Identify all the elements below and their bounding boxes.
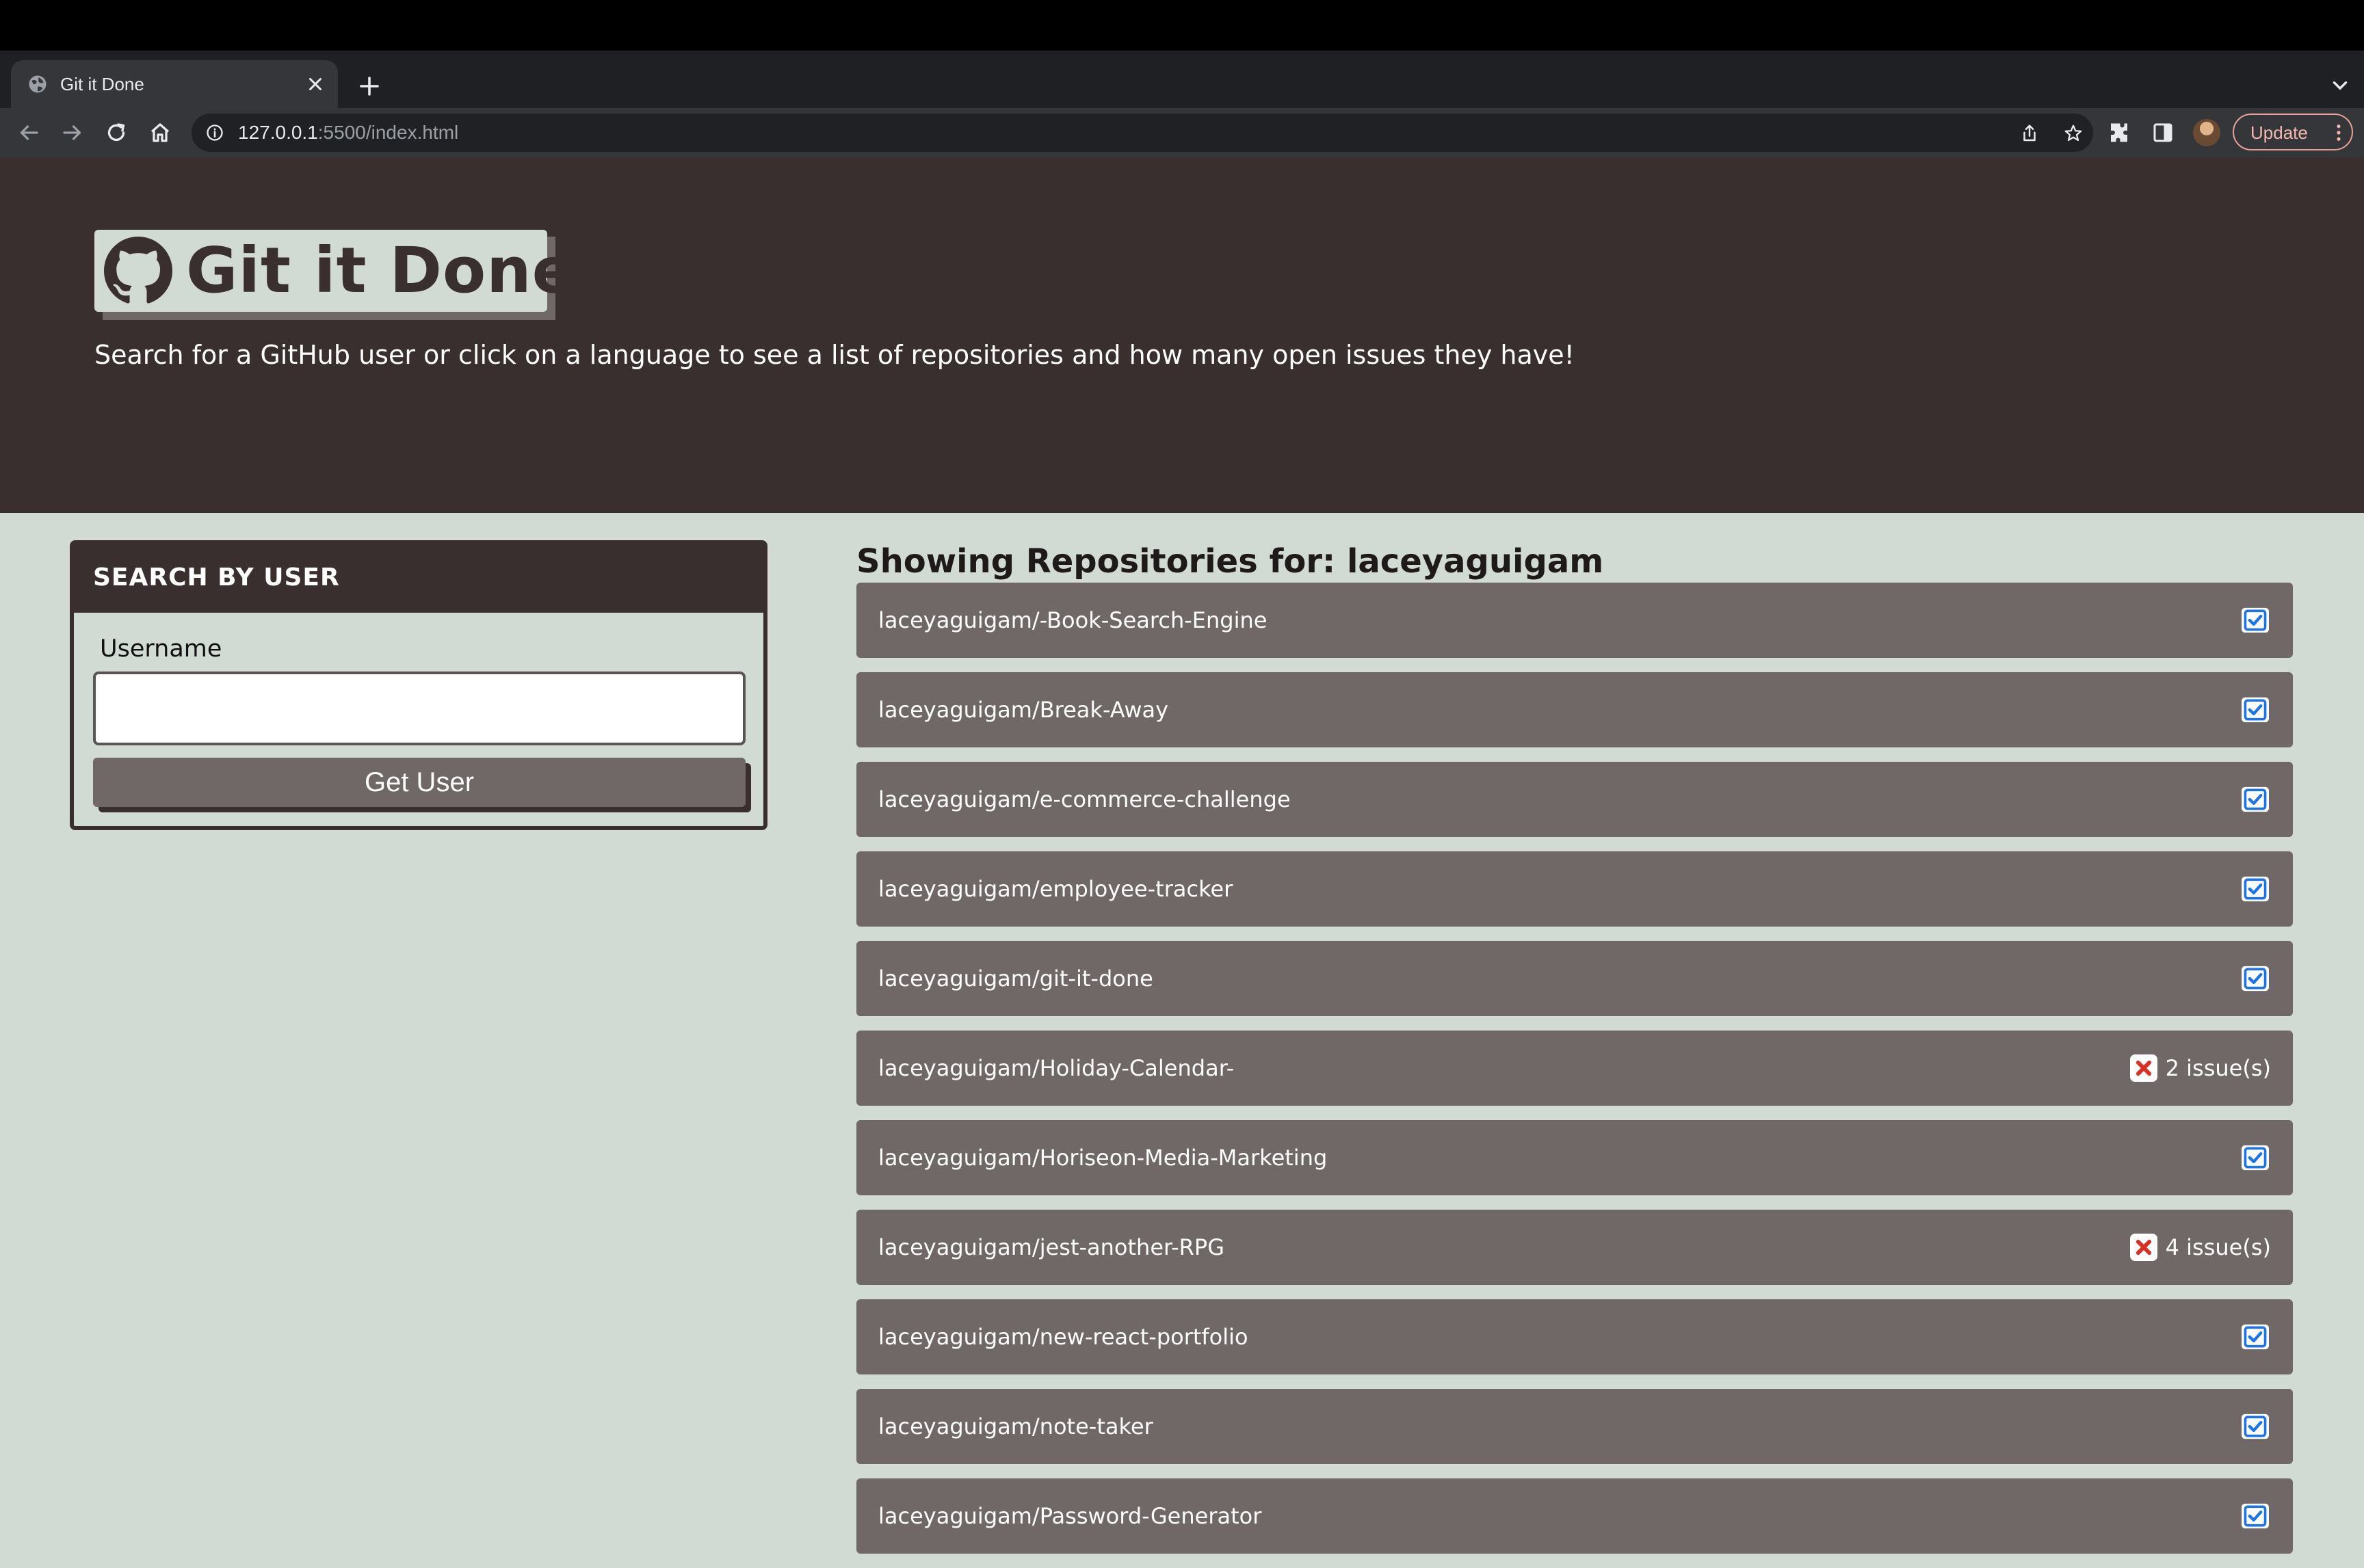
side-panel-icon[interactable] — [2151, 120, 2175, 145]
update-button[interactable]: Update — [2233, 114, 2353, 150]
check-square-icon — [2242, 786, 2269, 812]
chevron-down-icon[interactable] — [2328, 74, 2352, 97]
issue-count: 2 issue(s) — [2165, 1055, 2271, 1081]
share-icon[interactable] — [2019, 123, 2040, 144]
repo-status: 2 issue(s) — [2129, 1052, 2271, 1084]
repo-status — [2240, 694, 2271, 726]
tab-title: Git it Done — [60, 74, 144, 94]
browser-toolbar: 127.0.0.1:5500/index.html Update — [0, 108, 2364, 157]
repo-name: laceyaguigam/Holiday-Calendar- — [878, 1055, 1235, 1081]
repo-name: laceyaguigam/Horiseon-Media-Marketing — [878, 1145, 1328, 1171]
check-square-icon — [2242, 1413, 2269, 1439]
card-title: SEARCH BY USER — [93, 563, 340, 592]
get-user-button[interactable]: Get User — [93, 758, 746, 807]
os-menu-bar — [0, 0, 2364, 51]
issue-count: 4 issue(s) — [2165, 1234, 2271, 1260]
repo-name: laceyaguigam/new-react-portfolio — [878, 1324, 1248, 1350]
site-info-icon[interactable] — [205, 123, 224, 142]
url-text[interactable]: 127.0.0.1:5500/index.html — [238, 120, 458, 146]
repo-list-item[interactable]: laceyaguigam/employee-tracker — [856, 851, 2293, 927]
back-arrow-icon[interactable] — [16, 120, 41, 145]
check-square-icon — [2242, 1145, 2269, 1171]
repo-name: laceyaguigam/employee-tracker — [878, 876, 1233, 902]
browser-tab-strip: Git it Done — [0, 51, 2364, 108]
close-tab-icon[interactable] — [305, 74, 326, 94]
url-host: 127.0.0.1 — [238, 122, 318, 143]
repo-list-item[interactable]: laceyaguigam/jest-another-RPG 4 issue(s) — [856, 1210, 2293, 1285]
repo-status — [2240, 1142, 2271, 1173]
repo-status — [2240, 963, 2271, 994]
repo-status: 4 issue(s) — [2129, 1232, 2271, 1263]
repo-name: laceyaguigam/Break-Away — [878, 697, 1169, 723]
more-vert-icon — [2337, 124, 2341, 141]
repo-status — [2240, 604, 2271, 636]
page-header: Git it Done! Search for a GitHub user or… — [0, 157, 2364, 513]
page-subtitle: Search for a GitHub user or click on a l… — [94, 340, 1575, 370]
update-label: Update — [2250, 122, 2308, 143]
github-icon — [104, 237, 172, 304]
bookmark-star-icon[interactable] — [2063, 123, 2084, 144]
check-square-icon — [2242, 1503, 2269, 1529]
check-square-icon — [2242, 1324, 2269, 1350]
repo-name: laceyaguigam/-Book-Search-Engine — [878, 607, 1268, 633]
repo-status — [2240, 784, 2271, 815]
url-path: :5500/index.html — [317, 122, 459, 143]
repo-list: laceyaguigam/-Book-Search-Engine laceyag… — [856, 583, 2293, 1568]
repo-list-item[interactable]: laceyaguigam/e-commerce-challenge — [856, 762, 2293, 837]
repo-list-item[interactable]: laceyaguigam/note-taker — [856, 1389, 2293, 1464]
repo-list-item[interactable]: laceyaguigam/new-react-portfolio — [856, 1299, 2293, 1374]
repo-name: laceyaguigam/git-it-done — [878, 966, 1153, 992]
forward-arrow-icon[interactable] — [60, 120, 85, 145]
repo-list-item[interactable]: laceyaguigam/-Book-Search-Engine — [856, 583, 2293, 658]
address-bar[interactable]: 127.0.0.1:5500/index.html — [192, 114, 2093, 152]
repo-list-item[interactable]: laceyaguigam/Holiday-Calendar- 2 issue(s… — [856, 1031, 2293, 1106]
repo-status — [2240, 1321, 2271, 1353]
repo-search-term-heading: Showing Repositories for: laceyaguigam — [856, 542, 1604, 581]
repo-list-item[interactable]: laceyaguigam/Password-Generator — [856, 1478, 2293, 1554]
profile-avatar[interactable] — [2193, 119, 2220, 146]
x-square-icon — [2129, 1054, 2157, 1082]
repo-list-item[interactable]: laceyaguigam/Break-Away — [856, 672, 2293, 747]
check-square-icon — [2242, 697, 2269, 723]
repo-name: laceyaguigam/e-commerce-challenge — [878, 786, 1291, 812]
repo-status — [2240, 873, 2271, 905]
repo-name: laceyaguigam/Password-Generator — [878, 1503, 1262, 1529]
reload-icon[interactable] — [104, 120, 129, 145]
x-square-icon — [2129, 1234, 2157, 1261]
globe-icon — [29, 75, 47, 93]
new-tab-icon[interactable] — [357, 74, 382, 98]
check-square-icon — [2242, 607, 2269, 633]
card-header: SEARCH BY USER — [74, 544, 763, 613]
repo-list-item[interactable]: laceyaguigam/git-it-done — [856, 941, 2293, 1016]
repo-list-item[interactable]: laceyaguigam/Horiseon-Media-Marketing — [856, 1120, 2293, 1195]
repo-status — [2240, 1500, 2271, 1532]
username-label: Username — [100, 635, 222, 663]
username-input[interactable] — [93, 672, 746, 745]
check-square-icon — [2242, 966, 2269, 992]
extensions-puzzle-icon[interactable] — [2107, 120, 2131, 145]
repo-status — [2240, 1411, 2271, 1442]
logo: Git it Done! — [94, 230, 604, 312]
home-icon[interactable] — [148, 120, 172, 145]
repo-name: laceyaguigam/note-taker — [878, 1413, 1153, 1439]
browser-tab-active[interactable]: Git it Done — [11, 60, 338, 108]
check-square-icon — [2242, 876, 2269, 902]
page-title: Git it Done! — [186, 234, 605, 307]
search-by-user-card: SEARCH BY USER Username Get User — [70, 540, 767, 830]
repo-name: laceyaguigam/jest-another-RPG — [878, 1234, 1224, 1260]
